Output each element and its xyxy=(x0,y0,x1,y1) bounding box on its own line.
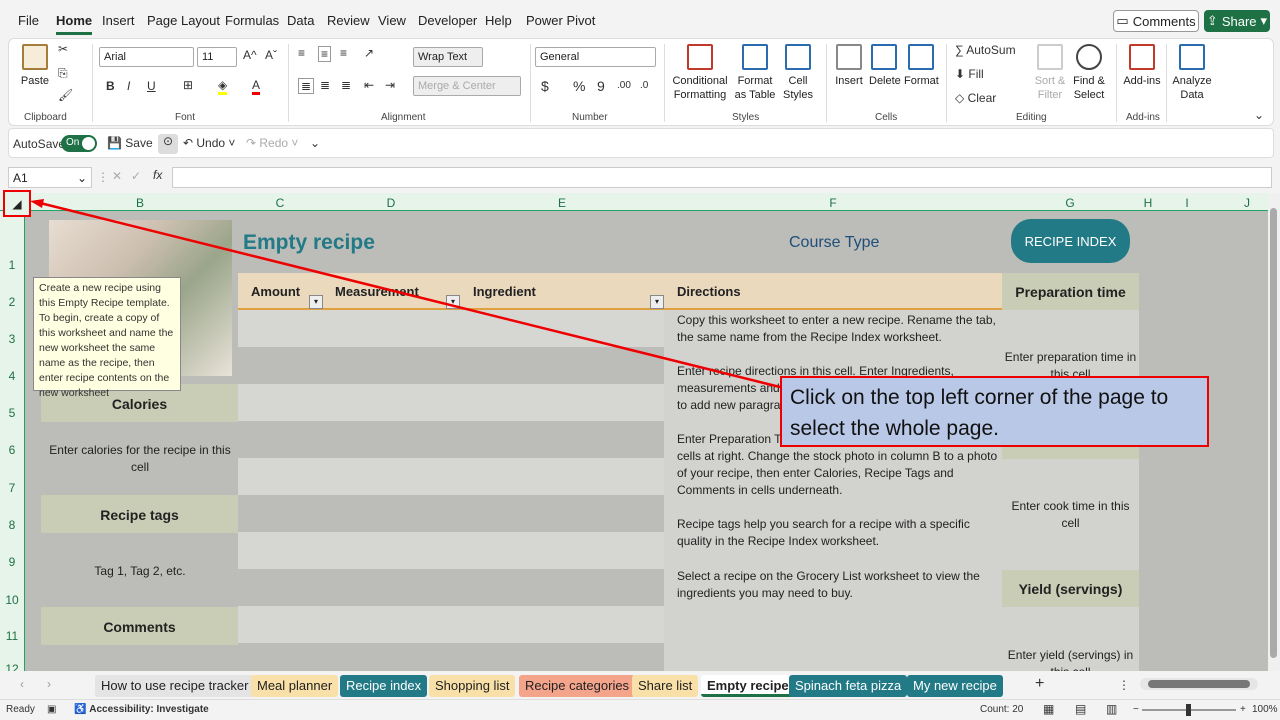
sheet-tab[interactable]: Spinach feta pizza xyxy=(789,675,908,697)
arrow-line xyxy=(35,200,785,390)
sheet-tab[interactable]: Share list xyxy=(632,675,699,697)
sheet-tab[interactable]: My new recipe xyxy=(907,675,1003,697)
horizontal-scroll-thumb[interactable] xyxy=(1148,680,1250,688)
arrow-head xyxy=(30,199,44,208)
more-tabs-icon[interactable]: ⋮ xyxy=(1118,678,1130,692)
sheet-tab[interactable]: Shopping list xyxy=(429,675,516,697)
accessibility-status: Accessibility: Investigate xyxy=(89,704,209,715)
status-ready: Ready xyxy=(6,704,35,715)
accessibility-icon[interactable]: ♿ Accessibility: Investigate xyxy=(74,704,209,715)
zoom-in-icon[interactable]: + xyxy=(1240,704,1246,715)
vertical-scroll-thumb[interactable] xyxy=(1270,208,1277,658)
sheet-tab[interactable]: Empty recipe xyxy=(701,675,795,697)
zoom-out-icon[interactable]: − xyxy=(1133,704,1139,715)
zoom-slider-thumb[interactable] xyxy=(1186,704,1191,716)
normal-view-icon[interactable]: ▦ xyxy=(1043,702,1054,716)
sheet-tab[interactable]: Recipe categories xyxy=(519,675,636,697)
status-count: Count: 20 xyxy=(980,704,1024,715)
chevron-right-icon[interactable]: › xyxy=(47,677,51,691)
zoom-level[interactable]: 100% xyxy=(1252,704,1278,715)
page-break-view-icon[interactable]: ▥ xyxy=(1106,702,1117,716)
add-sheet-icon[interactable]: + xyxy=(1035,675,1044,693)
annotation-arrow xyxy=(30,199,785,390)
sheet-tab[interactable]: How to use recipe tracker xyxy=(95,675,255,697)
sheet-tab[interactable]: Recipe index xyxy=(340,675,428,697)
instruction-callout: Click on the top left corner of the page… xyxy=(780,376,1209,447)
page-layout-view-icon[interactable]: ▤ xyxy=(1075,702,1086,716)
macro-record-icon[interactable]: ▣ xyxy=(47,704,56,715)
horizontal-scrollbar[interactable] xyxy=(1140,678,1258,690)
sheet-tab[interactable]: Meal planner xyxy=(251,675,339,697)
chevron-left-icon[interactable]: ‹ xyxy=(20,677,24,691)
